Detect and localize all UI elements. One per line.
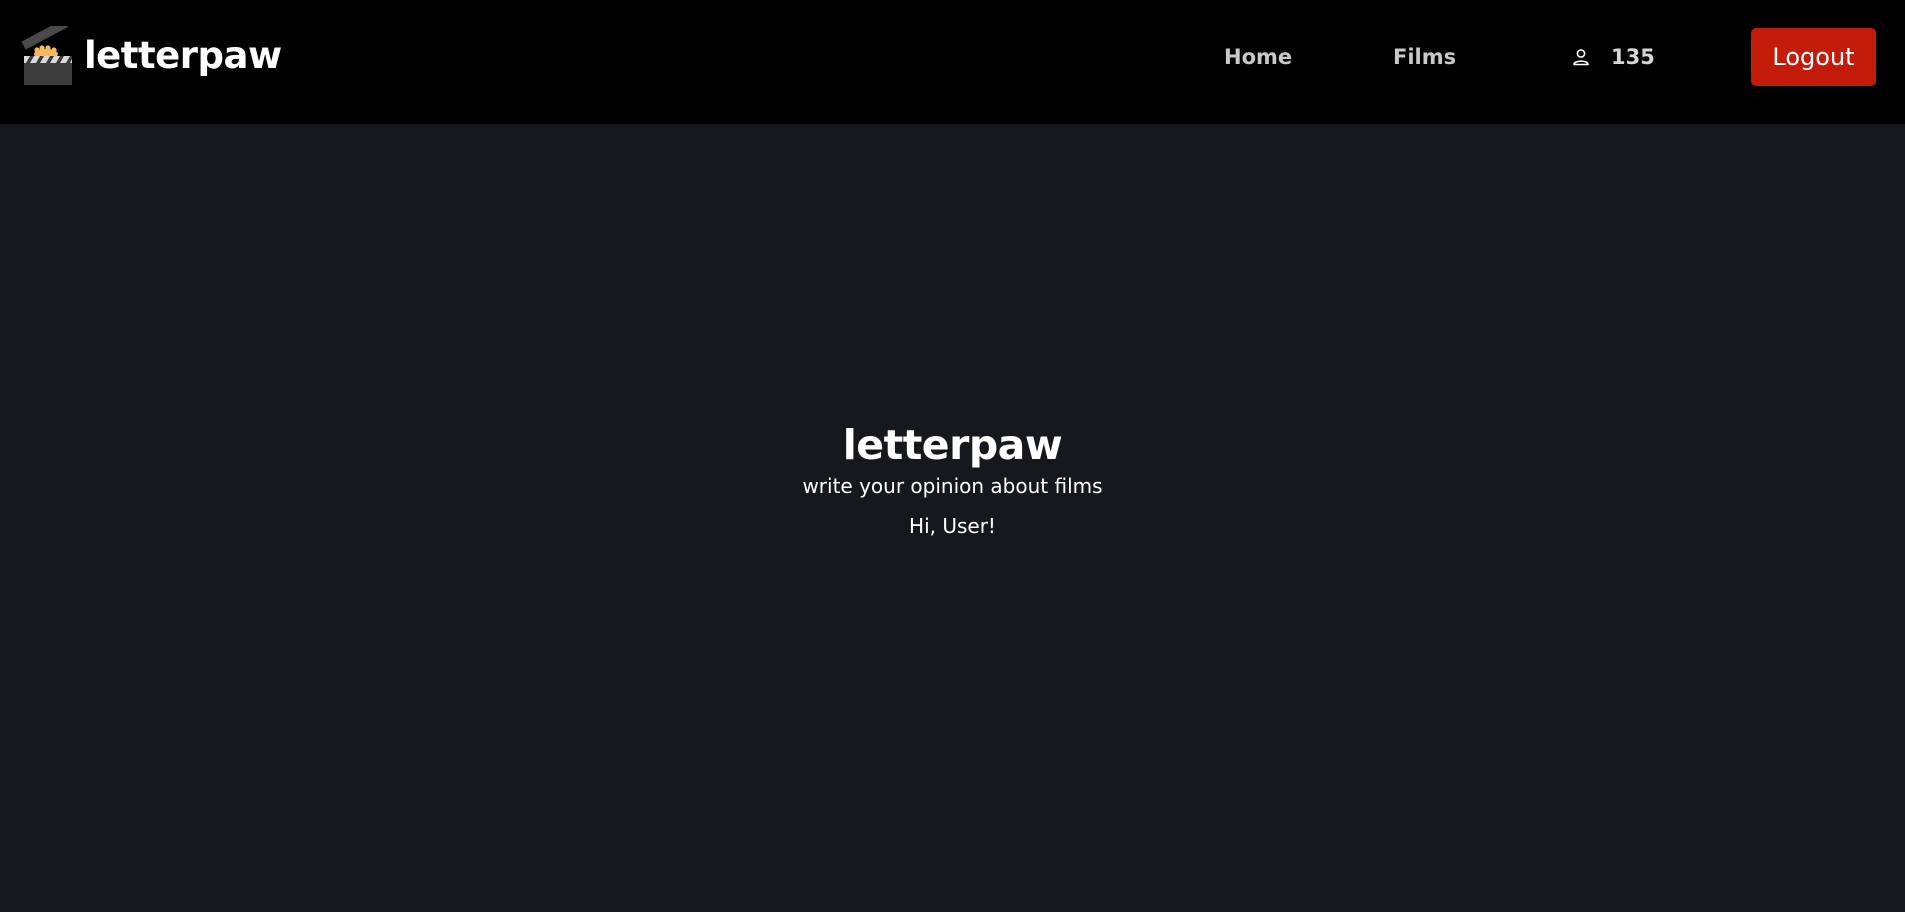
- brand-home-link[interactable]: letterpaw: [20, 26, 282, 86]
- hero-section: letterpaw write your opinion about films…: [0, 124, 1905, 912]
- navbar: letterpaw Home Films 135 Logout: [0, 0, 1905, 124]
- clapperboard-icon: [21, 26, 72, 85]
- hero-title: letterpaw: [842, 421, 1063, 469]
- hero-greeting: Hi, User!: [909, 514, 996, 538]
- user-icon: [1573, 49, 1589, 66]
- hero-subtitle: write your opinion about films: [802, 474, 1103, 498]
- hero-content: letterpaw write your opinion about films…: [0, 420, 1905, 540]
- brand-name: letterpaw: [84, 34, 282, 77]
- nav-films-link[interactable]: Films: [1393, 42, 1456, 72]
- user-count: 135: [1611, 45, 1655, 69]
- user-profile-link[interactable]: 135: [1571, 42, 1655, 72]
- logout-button[interactable]: Logout: [1751, 28, 1876, 86]
- nav-home-link[interactable]: Home: [1224, 42, 1292, 72]
